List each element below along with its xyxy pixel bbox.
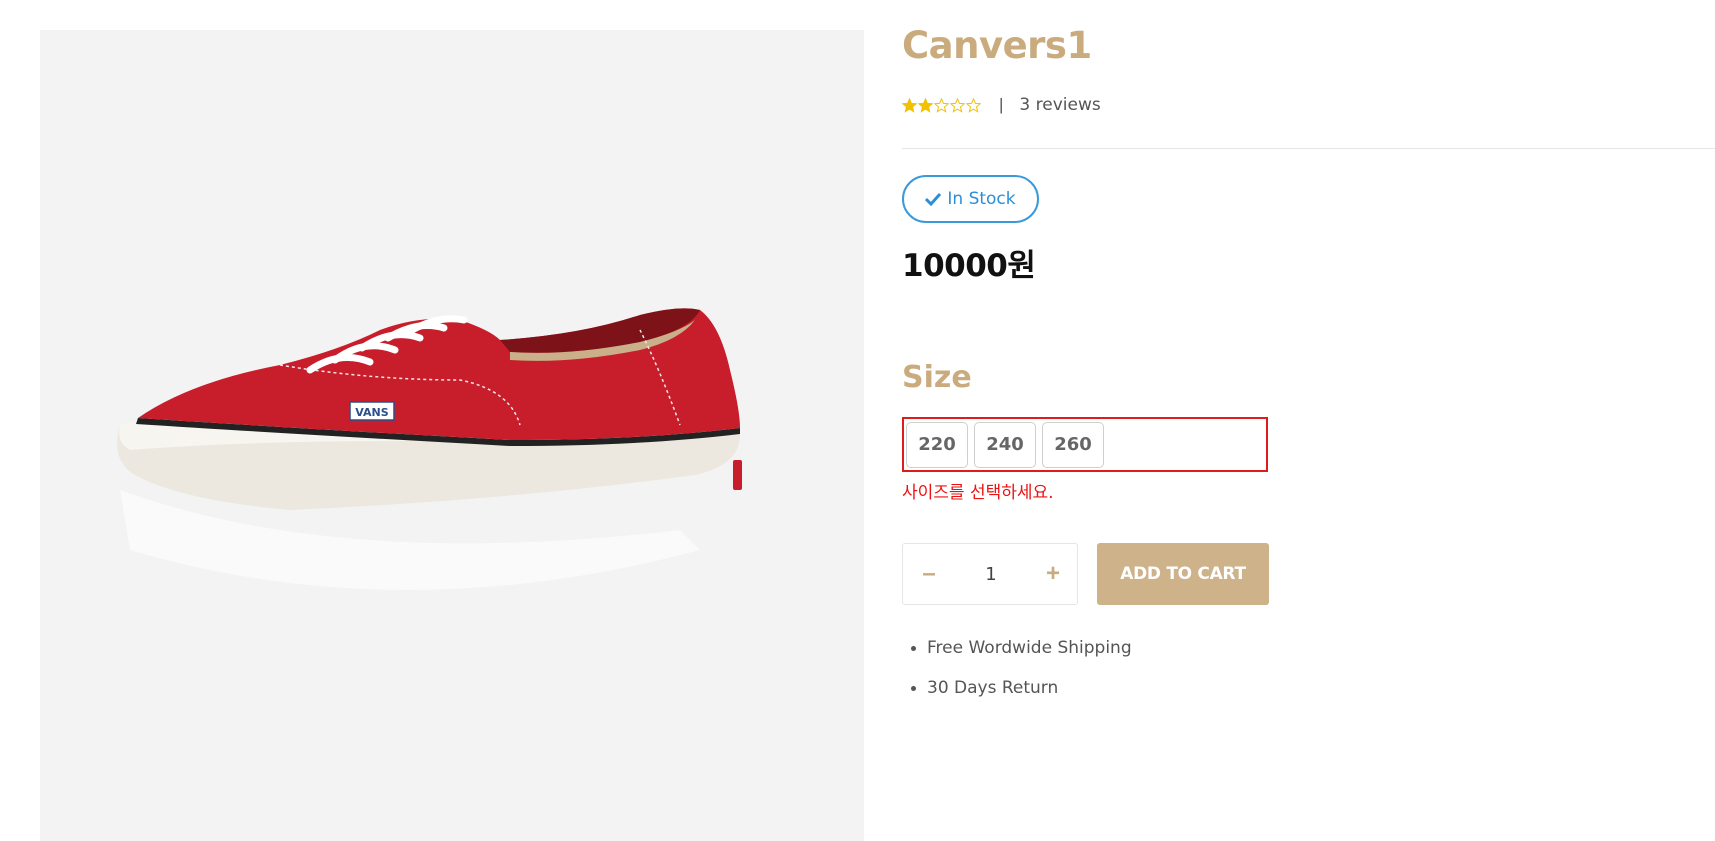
quantity-value[interactable]: 1 [985, 564, 996, 585]
stock-badge: In Stock [902, 175, 1039, 223]
star-filled-icon [902, 97, 917, 113]
star-rating [902, 97, 981, 113]
star-empty-icon [966, 97, 981, 113]
quantity-stepper: – 1 + [902, 543, 1078, 605]
features-list: Free Wordwide Shipping 30 Days Return [902, 636, 1132, 716]
star-filled-icon [918, 97, 933, 113]
svg-text:VANS: VANS [355, 406, 388, 419]
bullet-icon [911, 686, 916, 691]
divider [902, 148, 1715, 149]
size-selector: 220 240 260 [902, 417, 1268, 472]
feature-item: 30 Days Return [902, 676, 1132, 716]
check-icon [925, 192, 942, 206]
plus-icon[interactable]: + [1043, 560, 1063, 588]
bullet-icon [911, 646, 916, 651]
star-empty-icon [934, 97, 949, 113]
rating-row: | 3 reviews [902, 93, 1101, 117]
size-heading: Size [902, 360, 972, 395]
stock-label: In Stock [947, 189, 1016, 209]
product-price: 10000원 [902, 248, 1036, 284]
feature-label: 30 Days Return [927, 678, 1059, 698]
reviews-link[interactable]: 3 reviews [1019, 95, 1100, 115]
minus-icon[interactable]: – [919, 560, 939, 588]
size-error-message: 사이즈를 선택하세요. [902, 483, 1054, 503]
product-title: Canvers1 [902, 24, 1092, 67]
product-details: Canvers1 | 3 reviews In Stock 10000원 Siz… [902, 0, 1715, 841]
size-option-220[interactable]: 220 [906, 421, 968, 468]
rating-separator: | [999, 95, 1004, 114]
product-image: VANS [40, 30, 864, 841]
shoe-illustration: VANS [117, 308, 742, 590]
star-empty-icon [950, 97, 965, 113]
add-to-cart-button[interactable]: ADD TO CART [1097, 543, 1269, 605]
feature-label: Free Wordwide Shipping [927, 638, 1132, 658]
size-option-260[interactable]: 260 [1042, 421, 1104, 468]
feature-item: Free Wordwide Shipping [902, 636, 1132, 676]
size-option-240[interactable]: 240 [974, 421, 1036, 468]
